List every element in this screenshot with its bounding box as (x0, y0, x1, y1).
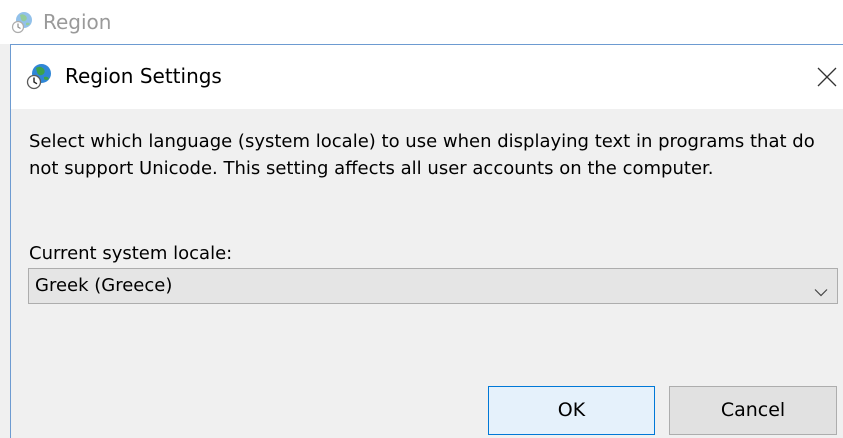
close-icon (817, 67, 837, 87)
globe-clock-icon (26, 62, 54, 90)
parent-window-title: Region (43, 10, 112, 34)
globe-clock-icon (11, 10, 35, 34)
system-locale-select[interactable]: Greek (Greece) (28, 268, 838, 304)
parent-window-titlebar: Region (0, 0, 843, 44)
chevron-down-icon (814, 282, 828, 301)
locale-description: Select which language (system locale) to… (29, 131, 815, 179)
system-locale-selected-value: Greek (Greece) (35, 275, 173, 296)
cancel-button[interactable]: Cancel (669, 386, 837, 435)
ok-button[interactable]: OK (488, 386, 655, 435)
dialog-title: Region Settings (65, 64, 222, 88)
close-button[interactable] (813, 45, 843, 109)
dialog-titlebar[interactable]: Region Settings (11, 45, 843, 109)
region-settings-dialog: Region Settings Select which language (s… (10, 44, 843, 438)
current-system-locale-label: Current system locale: (29, 243, 233, 264)
